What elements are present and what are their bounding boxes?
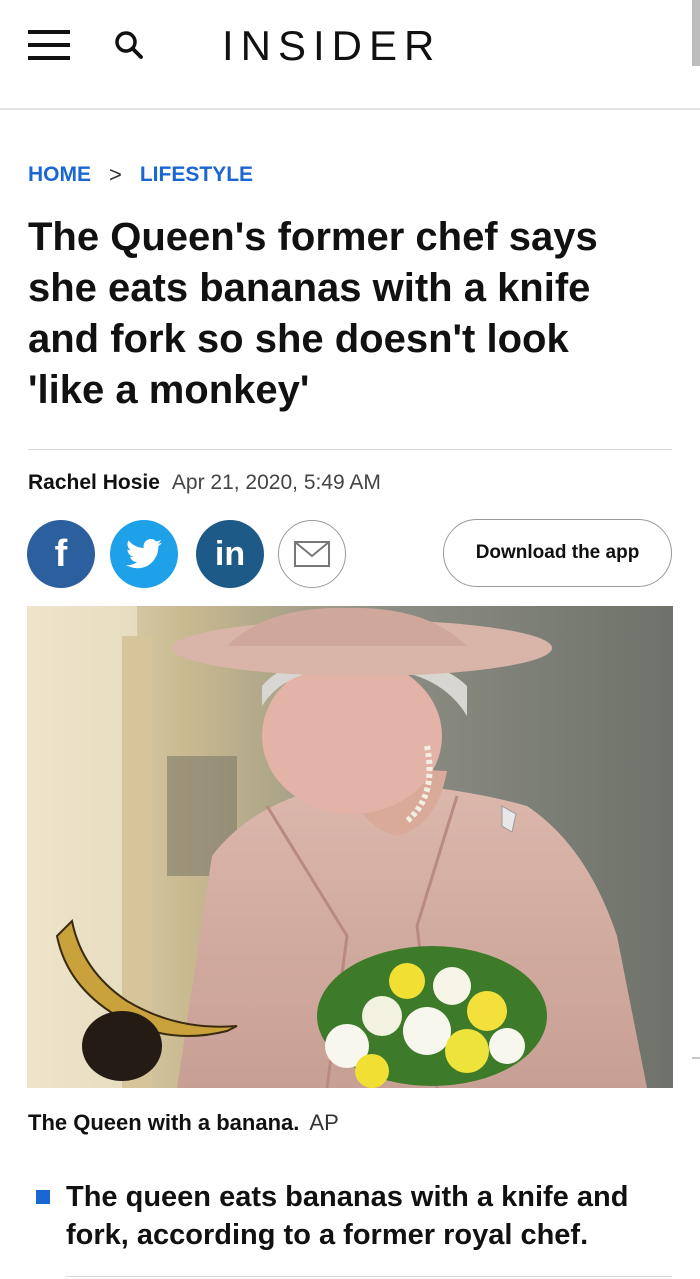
bullet-square-icon xyxy=(36,1190,50,1204)
byline: Rachel Hosie Apr 21, 2020, 5:49 AM xyxy=(28,471,381,495)
hamburger-menu-icon[interactable] xyxy=(28,30,70,60)
article-image[interactable] xyxy=(27,606,673,1088)
publish-date: Apr 21, 2020, 5:49 AM xyxy=(171,471,381,494)
article-headline: The Queen's former chef says she eats ba… xyxy=(28,215,598,412)
twitter-share-button[interactable] xyxy=(110,520,178,588)
top-navigation-bar: INSIDER xyxy=(0,0,700,110)
divider xyxy=(66,1276,672,1277)
chevron-right-icon: > xyxy=(109,162,122,187)
author-name[interactable]: Rachel Hosie xyxy=(28,471,160,495)
caption-text: The Queen with a banana. xyxy=(28,1110,300,1135)
linkedin-share-button[interactable]: in xyxy=(196,520,264,588)
facebook-icon: f xyxy=(54,532,68,575)
key-point-text: The queen eats bananas with a knife and … xyxy=(66,1181,629,1251)
scroll-marker xyxy=(692,1057,700,1059)
email-share-button[interactable] xyxy=(278,520,346,588)
search-icon[interactable] xyxy=(112,28,146,62)
linkedin-icon: in xyxy=(214,534,246,573)
insider-logo[interactable]: INSIDER xyxy=(222,22,441,70)
email-icon xyxy=(294,541,330,567)
breadcrumb: HOME > LIFESTYLE xyxy=(28,162,253,188)
download-app-button[interactable]: Download the app xyxy=(443,519,672,587)
caption-credit: AP xyxy=(309,1110,339,1135)
queen-banana-photo xyxy=(27,606,673,1088)
twitter-icon xyxy=(126,539,162,569)
divider xyxy=(28,449,672,450)
scrollbar[interactable] xyxy=(692,0,700,66)
breadcrumb-home-link[interactable]: HOME xyxy=(28,163,91,187)
image-caption: The Queen with a banana. AP xyxy=(28,1110,339,1136)
facebook-share-button[interactable]: f xyxy=(27,520,95,588)
breadcrumb-lifestyle-link[interactable]: LIFESTYLE xyxy=(140,163,253,187)
